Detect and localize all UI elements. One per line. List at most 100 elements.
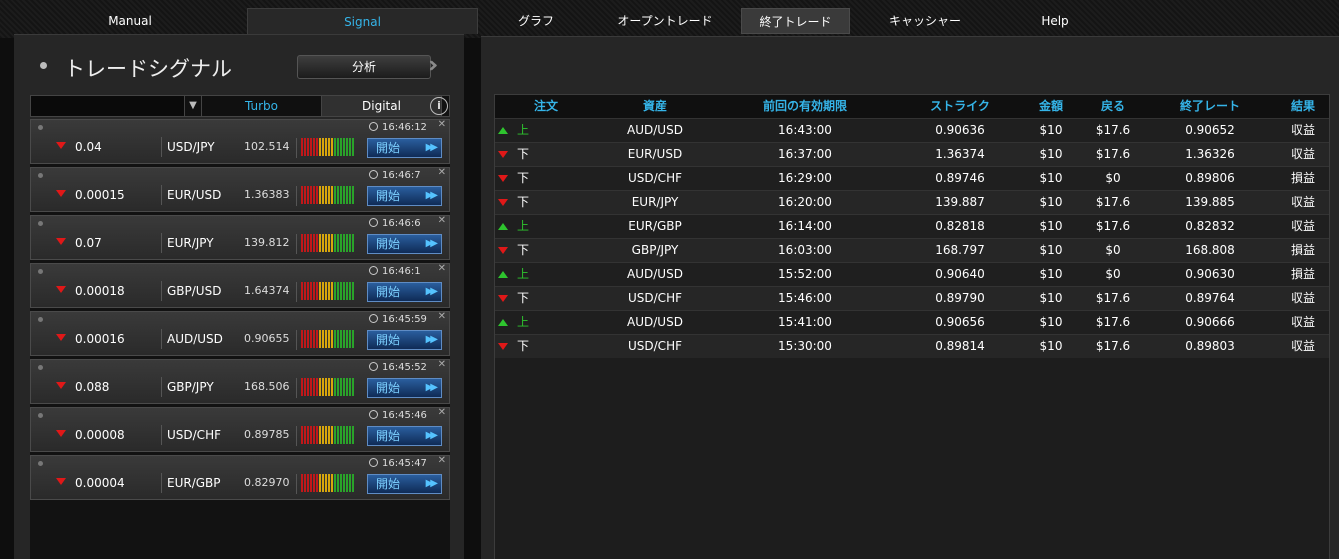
cell-strike: 139.887 (935, 195, 985, 209)
order-direction: 下 (517, 291, 530, 305)
table-row: 下 USD/CHF 15:30:00 0.89814 $10 $17.6 0.8… (495, 334, 1329, 358)
meter-segment (346, 138, 348, 156)
meter-segment (301, 234, 303, 252)
meter-segment (313, 378, 315, 396)
analyze-button[interactable]: 分析 (297, 55, 431, 79)
meter-segment (319, 378, 321, 396)
start-button[interactable]: 開始 ▶▶ (367, 426, 442, 446)
close-icon[interactable]: ✕ (438, 264, 446, 274)
cell-asset: AUD/USD (627, 315, 683, 329)
start-button[interactable]: 開始 ▶▶ (367, 474, 442, 494)
double-play-icon: ▶▶ (425, 238, 439, 249)
cell-asset: USD/CHF (628, 291, 682, 305)
status-dot (38, 173, 43, 178)
meter-segment (340, 138, 342, 156)
meter-segment (313, 426, 315, 444)
tab-chart[interactable]: グラフ (492, 8, 580, 34)
tab-digital[interactable]: Digital (322, 96, 442, 116)
start-button[interactable]: 開始 ▶▶ (367, 186, 442, 206)
start-button[interactable]: 開始 ▶▶ (367, 378, 442, 398)
close-icon[interactable]: ✕ (438, 456, 446, 466)
cell-result: 収益 (1290, 123, 1315, 137)
meter-segment (352, 186, 354, 204)
meter-segment (337, 474, 339, 492)
clock-icon (369, 362, 378, 371)
meter-segment (340, 378, 342, 396)
cell-result: 収益 (1290, 339, 1315, 353)
meter-segment (337, 282, 339, 300)
close-icon[interactable]: ✕ (438, 312, 446, 322)
signal-card: ✕ 16:46:7 0.00015 EUR/USD 1.36383 開始 ▶▶ (30, 167, 450, 212)
start-button[interactable]: 開始 ▶▶ (367, 282, 442, 302)
signal-price: 0.82970 (244, 476, 290, 489)
start-button[interactable]: 開始 ▶▶ (367, 330, 442, 350)
meter-segment (343, 426, 345, 444)
meter-segment (307, 426, 309, 444)
start-button[interactable]: 開始 ▶▶ (367, 138, 442, 158)
table-row: 下 EUR/JPY 16:20:00 139.887 $10 $17.6 139… (495, 190, 1329, 214)
info-icon[interactable]: i (430, 97, 448, 115)
meter-segment (310, 426, 312, 444)
cell-amount: $10 (1039, 219, 1063, 233)
meter-segment (310, 330, 312, 348)
clock-icon (369, 266, 378, 275)
tab-finished-trades[interactable]: 終了トレード (741, 8, 850, 34)
cell-asset: GBP/JPY (631, 243, 679, 257)
cell-strike: 0.90656 (935, 315, 985, 329)
tab-open-trades[interactable]: オープントレード (600, 8, 730, 34)
start-button[interactable]: 開始 ▶▶ (367, 234, 442, 254)
signal-pair: USD/JPY (161, 137, 215, 157)
signal-panel: トレードシグナル 分析 ››› ▼ Turbo Digital i ✕ 16:4… (14, 34, 464, 559)
chevron-down-icon[interactable]: ▼ (185, 96, 202, 116)
signal-time: 16:46:7 (369, 170, 421, 182)
tab-manual[interactable]: Manual (40, 8, 220, 34)
meter-segment (319, 426, 321, 444)
signal-time: 16:45:59 (369, 314, 427, 326)
table-row: 下 EUR/USD 16:37:00 1.36374 $10 $17.6 1.3… (495, 142, 1329, 166)
meter-segment (352, 138, 354, 156)
cell-expiry: 15:41:00 (778, 315, 832, 329)
double-play-icon: ▶▶ (425, 142, 439, 153)
close-icon[interactable]: ✕ (438, 408, 446, 418)
table-row: 上 EUR/GBP 16:14:00 0.82818 $10 $17.6 0.8… (495, 214, 1329, 238)
meter-segment (319, 330, 321, 348)
cell-final-rate: 0.89764 (1185, 291, 1235, 305)
status-dot (38, 125, 43, 130)
meter-segment (319, 138, 321, 156)
tab-help[interactable]: Help (1010, 8, 1100, 34)
close-icon[interactable]: ✕ (438, 120, 446, 130)
meter-segment (304, 330, 306, 348)
meter-segment (340, 282, 342, 300)
order-direction: 下 (517, 339, 530, 353)
signal-price: 0.90655 (244, 332, 290, 345)
arrow-down-icon (498, 199, 508, 206)
arrow-up-icon (498, 271, 508, 278)
strength-meter (296, 378, 354, 398)
asset-select[interactable] (31, 96, 185, 116)
tab-turbo[interactable]: Turbo (202, 96, 322, 116)
strength-meter (296, 234, 354, 254)
strength-meter (296, 186, 354, 206)
cell-amount: $10 (1039, 171, 1063, 185)
cell-strike: 168.797 (935, 243, 985, 257)
signal-pair: EUR/USD (161, 185, 221, 205)
close-icon[interactable]: ✕ (438, 216, 446, 226)
cell-asset: USD/CHF (628, 171, 682, 185)
meter-segment (313, 330, 315, 348)
arrow-up-icon (498, 127, 508, 134)
cell-expiry: 16:37:00 (778, 147, 832, 161)
cell-final-rate: 0.90652 (1185, 123, 1235, 137)
arrow-down-icon (498, 343, 508, 350)
signal-list: ✕ 16:46:12 0.04 USD/JPY 102.514 開始 ▶▶ ✕ 1… (30, 119, 450, 559)
cell-expiry: 15:30:00 (778, 339, 832, 353)
meter-segment (343, 234, 345, 252)
tab-cashier[interactable]: キャッシャー (870, 8, 980, 34)
close-icon[interactable]: ✕ (438, 360, 446, 370)
signal-price: 1.36383 (244, 188, 290, 201)
status-dot (38, 269, 43, 274)
cell-expiry: 15:52:00 (778, 267, 832, 281)
tab-signal[interactable]: Signal (247, 8, 478, 34)
order-direction: 下 (517, 147, 530, 161)
meter-segment (313, 138, 315, 156)
close-icon[interactable]: ✕ (438, 168, 446, 178)
